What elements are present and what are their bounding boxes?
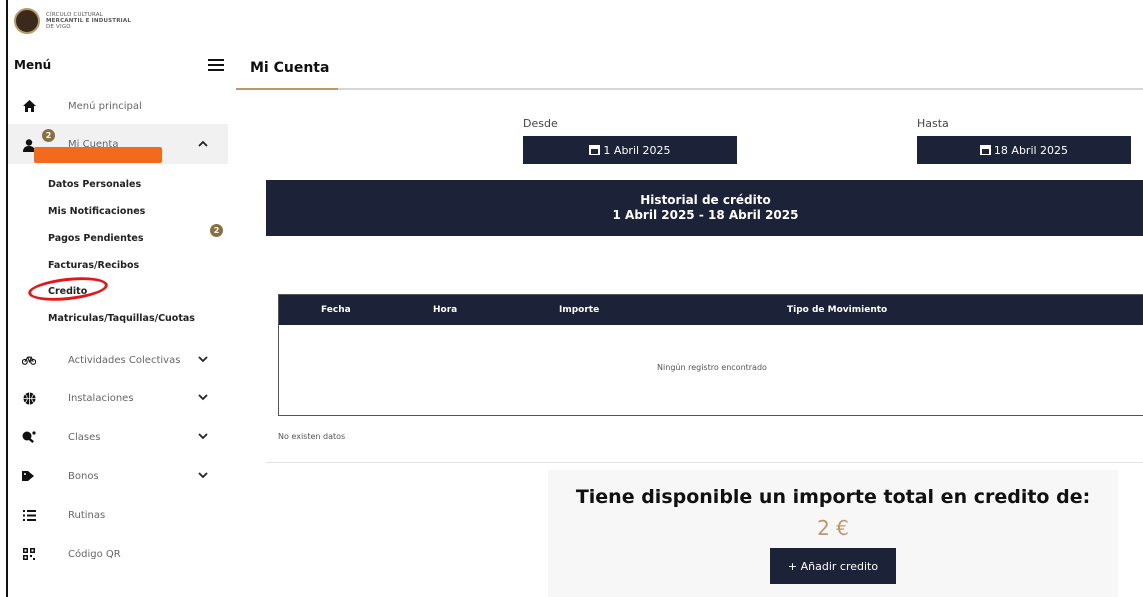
empty-table-message: Ningún registro encontrado [657,363,767,372]
no-data-text: No existen datos [278,432,346,441]
ball-icon [22,391,36,405]
credit-amount: 2 € [817,516,849,540]
subitem-matriculas-taquillas-cuotas[interactable]: Matriculas/Taquillas/Cuotas [48,313,195,324]
chevron-down-icon[interactable] [198,393,208,404]
sidebar-item-bonos[interactable]: Bonos [8,460,228,492]
sidebar-item-menu-principal[interactable]: Menú principal [8,90,228,122]
list-icon [22,508,36,522]
logo-text: CÍRCULO CULTURAL MERCANTIL E INDUSTRIAL … [46,12,131,30]
credit-summary: Tiene disponible un importe total en cre… [548,470,1118,597]
desde-date-picker[interactable]: 1 Abril 2025 [523,136,737,164]
sidebar-item-label: Bonos [68,470,99,482]
subitem-datos-personales[interactable]: Datos Personales [48,179,141,190]
subitem-mis-notificaciones[interactable]: Mis Notificaciones [48,206,145,217]
club-seal-icon [14,8,40,34]
desde-label: Desde [523,117,558,130]
bicycle-icon [22,353,36,367]
chevron-down-icon[interactable] [198,355,208,366]
ping-pong-icon [22,430,36,444]
menu-label: Menú [14,58,52,72]
pending-badge: 2 [210,224,223,237]
highlight-circle [27,273,109,305]
calendar-icon [589,145,601,155]
column-header-tipo-movimiento[interactable]: Tipo de Movimiento [787,305,887,315]
sidebar-item-clases[interactable]: Clases [8,421,228,453]
credit-history-table: Fecha Hora Importe Tipo de Movimiento Ni… [278,294,1143,416]
chevron-down-icon[interactable] [198,471,208,482]
club-logo[interactable]: CÍRCULO CULTURAL MERCANTIL E INDUSTRIAL … [14,8,131,34]
column-header-importe[interactable]: Importe [559,305,599,315]
hasta-label: Hasta [917,117,949,130]
calendar-icon [979,145,991,155]
logo-line-3: DE VIGO [46,24,71,30]
hamburger-menu-icon[interactable] [208,59,224,71]
sidebar-item-label: Actividades Colectivas [68,354,181,366]
qr-icon [22,547,36,561]
sidebar-item-label: Clases [68,431,101,443]
sidebar-item-instalaciones[interactable]: Instalaciones [8,382,228,414]
main-content: Mi Cuenta Desde 1 Abril 2025 Hasta 18 Ab… [230,0,1143,597]
history-banner: Historial de crédito 1 Abril 2025 - 18 A… [266,180,1143,236]
app-frame: CÍRCULO CULTURAL MERCANTIL E INDUSTRIAL … [6,0,1143,597]
tags-icon [22,469,36,483]
chevron-down-icon[interactable] [198,432,208,443]
desde-value: 1 Abril 2025 [603,143,671,157]
sidebar-item-rutinas[interactable]: Rutinas [8,499,228,531]
sidebar-item-codigo-qr[interactable]: Código QR [8,538,228,570]
add-credit-button[interactable]: + Añadir credito [770,548,896,584]
divider [266,462,1143,463]
page-header: Mi Cuenta [236,52,1143,90]
sidebar: CÍRCULO CULTURAL MERCANTIL E INDUSTRIAL … [8,0,230,597]
notification-badge: 2 [42,129,55,142]
menu-header: Menú [14,58,224,72]
hasta-value: 18 Abril 2025 [993,143,1069,157]
subitem-facturas-recibos[interactable]: Facturas/Recibos [48,260,139,271]
redaction-mark [34,147,162,163]
home-icon [22,99,36,113]
subitem-pagos-pendientes[interactable]: Pagos Pendientes [48,233,143,244]
page-title: Mi Cuenta [250,60,330,76]
sidebar-item-label: Menú principal [68,100,142,112]
hasta-date-picker[interactable]: 18 Abril 2025 [917,136,1131,164]
banner-range: 1 Abril 2025 - 18 Abril 2025 [612,208,799,222]
sidebar-item-label: Código QR [68,548,121,560]
column-header-fecha[interactable]: Fecha [321,305,351,315]
chevron-up-icon[interactable] [198,139,208,150]
table-header: Fecha Hora Importe Tipo de Movimiento [279,295,1143,325]
banner-title: Historial de crédito [640,193,771,207]
column-header-hora[interactable]: Hora [433,305,457,315]
sidebar-item-actividades-colectivas[interactable]: Actividades Colectivas [8,344,228,376]
sidebar-item-label: Rutinas [68,509,106,521]
title-underline [236,88,338,90]
sidebar-item-label: Instalaciones [68,392,134,404]
credit-title: Tiene disponible un importe total en cre… [575,486,1091,508]
